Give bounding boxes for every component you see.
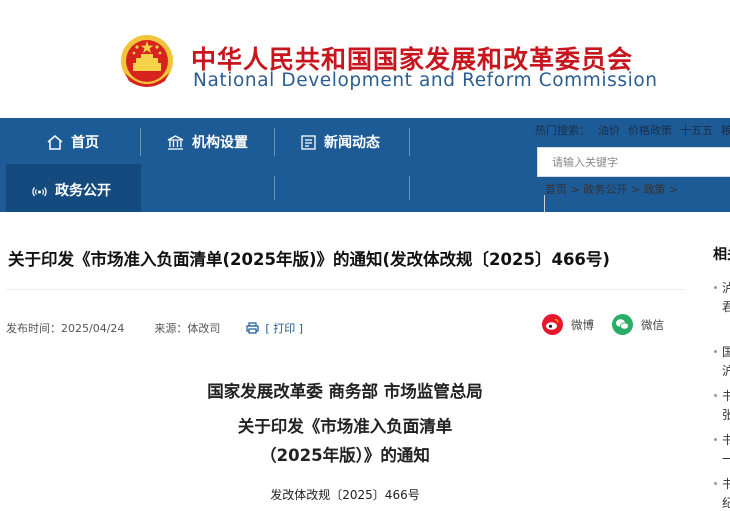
broadcast-icon <box>32 186 47 196</box>
related-item[interactable]: 泸 <box>722 279 730 297</box>
search-box <box>537 147 730 177</box>
breadcrumb-separator: > <box>630 183 640 196</box>
printer-icon <box>246 322 260 334</box>
related-title: 相关 <box>713 247 730 263</box>
breadcrumb-link[interactable]: 政务公开 <box>583 183 627 196</box>
breadcrumb-separator: > <box>668 183 679 196</box>
weibo-icon <box>542 314 563 335</box>
nav-divider <box>140 128 141 156</box>
notice-heading-line2: （2025年版）》的通知 <box>260 446 430 465</box>
nav-item-home[interactable]: 首页 <box>47 132 99 152</box>
search-input[interactable] <box>538 148 730 176</box>
divider <box>6 289 686 290</box>
print-label: [ 打印 ] <box>265 322 303 335</box>
article-meta: 发布时间： 2025/04/24 来源： 体改司 [ 打印 ] <box>6 320 313 336</box>
hot-search-bar: 热门搜索： 油价 价格政策 十五五 粮价 <box>535 122 730 138</box>
notice-heading-line1: 关于印发《市场准入负面清单 <box>237 417 453 436</box>
national-emblem-icon <box>121 35 173 87</box>
wechat-icon <box>612 314 633 335</box>
list-bullet <box>714 286 717 289</box>
list-bullet <box>714 394 717 397</box>
nav-divider <box>409 128 410 156</box>
site-header: 中华人民共和国国家发展和改革委员会 National Development a… <box>0 0 730 118</box>
breadcrumb-separator: > <box>570 183 580 196</box>
list-bullet <box>714 482 717 485</box>
hot-search-link[interactable]: 油价 <box>598 122 620 138</box>
related-item[interactable]: 君 <box>722 298 730 316</box>
source-label: 来源： <box>154 322 188 335</box>
hot-search-label: 热门搜索： <box>535 124 590 137</box>
nav-divider <box>274 128 275 156</box>
breadcrumb-current[interactable]: 规范性文件 <box>682 183 730 196</box>
institution-icon <box>167 134 184 150</box>
nav-item-label: 机构设置 <box>192 135 248 151</box>
related-item[interactable]: 沪 <box>722 362 730 380</box>
list-bullet <box>714 438 717 441</box>
document-number: 发改体改规〔2025〕466号 <box>270 488 420 502</box>
related-item[interactable]: 书 <box>722 475 730 493</box>
related-item[interactable]: 一 <box>722 450 730 468</box>
share-wechat-label: 微信 <box>641 317 664 332</box>
nav-item-label: 首页 <box>71 135 99 151</box>
hot-search-link[interactable]: 十五五 <box>680 122 713 138</box>
related-item[interactable]: 纪 <box>722 494 730 511</box>
nav-divider <box>274 176 275 200</box>
hot-search-link[interactable]: 价格政策 <box>628 122 672 138</box>
nav-item-institutions[interactable]: 机构设置 <box>167 132 248 152</box>
share-wechat-button[interactable]: 微信 <box>612 314 664 335</box>
nav-item-news[interactable]: 新闻动态 <box>301 132 380 152</box>
nav-item-label: 政务公开 <box>55 183 111 199</box>
nav-item-label: 新闻动态 <box>324 135 380 151</box>
hot-search-link[interactable]: 粮价 <box>721 122 730 138</box>
share-weibo-button[interactable]: 微博 <box>542 314 594 335</box>
nav-item-government-affairs[interactable]: 政务公开 <box>32 180 111 200</box>
article-title: 关于印发《市场准入负面清单(2025年版)》的通知(发改体改规〔2025〕466… <box>8 250 610 269</box>
related-item[interactable]: 张 <box>722 406 730 424</box>
related-item[interactable]: 书 <box>722 387 730 405</box>
home-icon <box>47 134 63 150</box>
list-bullet <box>714 350 717 353</box>
share-weibo-label: 微博 <box>571 317 594 332</box>
publish-date: 2025/04/24 <box>61 321 125 335</box>
related-item[interactable]: 书 <box>722 431 730 449</box>
breadcrumb-link[interactable]: 首页 <box>545 183 567 196</box>
publish-label: 发布时间： <box>6 322 61 335</box>
divider <box>544 195 545 212</box>
nav-divider <box>409 176 410 200</box>
breadcrumb: 首页 > 政务公开 > 政策 > 规范性文件 <box>545 181 730 197</box>
issuing-authorities: 国家发展改革委 商务部 市场监管总局 <box>207 382 483 401</box>
news-icon <box>301 134 316 150</box>
breadcrumb-link[interactable]: 政策 <box>643 183 665 196</box>
source-value: 体改司 <box>187 322 221 335</box>
related-item[interactable]: 国 <box>722 343 730 361</box>
site-title-en: National Development and Reform Commissi… <box>193 70 658 91</box>
print-button[interactable]: [ 打印 ] <box>246 320 303 336</box>
